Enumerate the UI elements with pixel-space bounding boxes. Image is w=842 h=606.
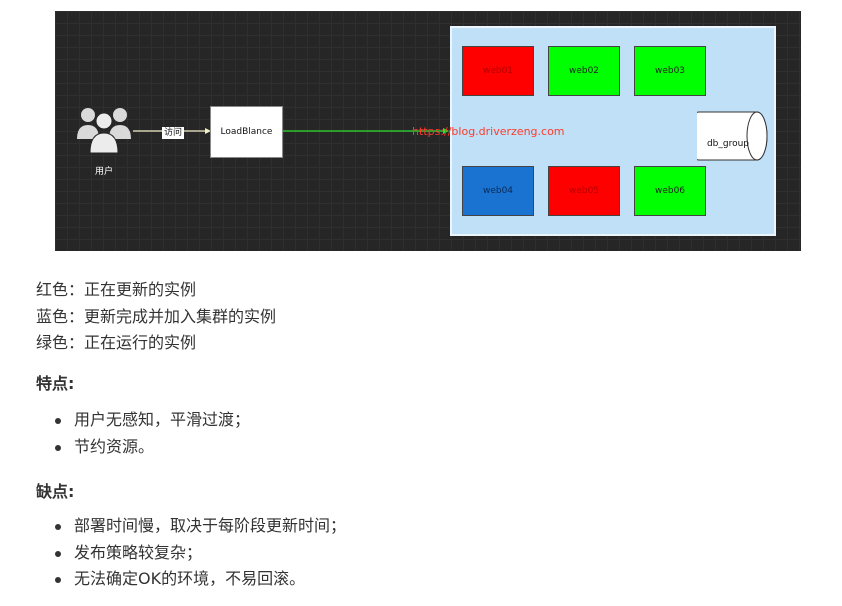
watermark-url: https://blog.driverzeng.com xyxy=(412,125,565,138)
users-label: 用户 xyxy=(94,167,113,177)
list-item: 无法确定OK的环境，不易回滚。 xyxy=(55,566,346,593)
list-item: 部署时间慢，取决于每阶段更新时间； xyxy=(55,513,346,540)
cons-title: 缺点: xyxy=(36,482,75,501)
server-web04: web04 xyxy=(462,166,534,216)
server-web03: web03 xyxy=(634,46,706,96)
cons-list: 部署时间慢，取决于每阶段更新时间； 发布策略较复杂； 无法确定OK的环境，不易回… xyxy=(55,513,346,593)
server-label: web02 xyxy=(568,66,600,76)
server-web06: web06 xyxy=(634,166,706,216)
loadbalancer-label: LoadBlance xyxy=(220,127,273,137)
visit-label: 访问 xyxy=(162,127,185,139)
server-web01: web01 xyxy=(462,46,534,96)
server-web02: web02 xyxy=(548,46,620,96)
architecture-diagram: 用户 访问 LoadBlance web01 web02 web03 web04… xyxy=(55,11,801,251)
server-label: web03 xyxy=(654,66,686,76)
legend-green: 绿色：正在运行的实例 xyxy=(36,333,197,352)
legend-blue: 蓝色：更新完成并加入集群的实例 xyxy=(36,306,277,326)
list-item: 节约资源。 xyxy=(55,434,250,461)
server-label: web01 xyxy=(482,66,514,76)
pros-title: 特点: xyxy=(36,374,75,393)
list-item: 用户无感知，平滑过渡； xyxy=(55,407,250,434)
database-icon xyxy=(697,111,768,161)
server-label: web06 xyxy=(654,186,686,196)
loadbalancer-box: LoadBlance xyxy=(210,106,283,158)
server-web05: web05 xyxy=(548,166,620,216)
pros-list: 用户无感知，平滑过渡； 节约资源。 xyxy=(55,407,250,460)
legend-red: 红色：正在更新的实例 xyxy=(36,280,197,299)
database-label: db_group xyxy=(706,139,750,149)
server-label: web04 xyxy=(482,186,514,196)
color-legend: 红色：正在更新的实例 蓝色：更新完成并加入集群的实例 绿色：正在运行的实例 xyxy=(36,277,276,357)
users-icon xyxy=(77,108,131,154)
server-label: web05 xyxy=(568,186,600,196)
list-item: 发布策略较复杂； xyxy=(55,540,346,567)
